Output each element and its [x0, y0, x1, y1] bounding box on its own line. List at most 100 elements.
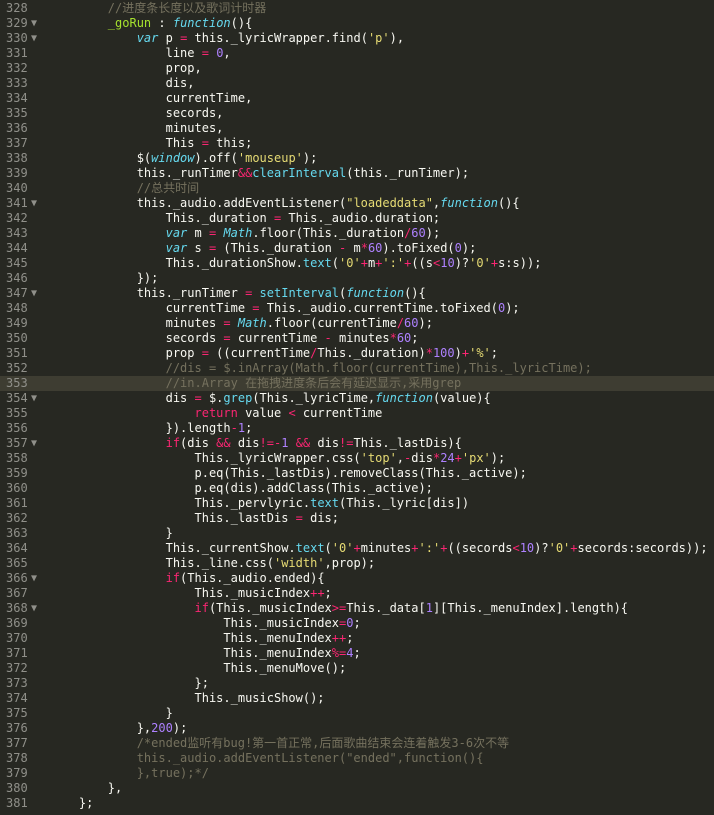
- code-text: if(This._audio.ended){: [165, 571, 325, 585]
- code-line[interactable]: 333 dis,: [0, 76, 714, 91]
- code-line[interactable]: 336 minutes,: [0, 121, 714, 136]
- code-text: dis,: [50, 76, 195, 90]
- code-text: }).length-1;: [50, 421, 253, 435]
- code-line[interactable]: 376 },200);: [0, 721, 714, 736]
- code-line[interactable]: 343 var m = Math.floor(This._duration/60…: [0, 226, 714, 241]
- code-line[interactable]: 353 //in.Array 在拖拽进度条后会有延迟显示,采用grep: [0, 376, 714, 391]
- line-number: 365: [6, 556, 28, 570]
- code-line[interactable]: 334 currentTime,: [0, 91, 714, 106]
- code-line[interactable]: 369 This._musicIndex=0;: [0, 616, 714, 631]
- fold-arrow-icon[interactable]: ▼: [31, 196, 41, 211]
- code-text: };: [50, 796, 94, 810]
- code-text: this._audio.addEventListener("loadeddata…: [50, 196, 520, 210]
- line-number: 357: [6, 436, 28, 450]
- code-text: });: [50, 271, 159, 285]
- line-number: 370: [6, 631, 28, 645]
- code-line[interactable]: 339 this._runTimer&&clearInterval(this._…: [0, 166, 714, 181]
- line-number: 338: [6, 151, 28, 165]
- code-line[interactable]: 370 This._menuIndex++;: [0, 631, 714, 646]
- code-line[interactable]: 340 //总共时间: [0, 181, 714, 196]
- code-line[interactable]: 356 }).length-1;: [0, 421, 714, 436]
- line-number: 380: [6, 781, 28, 795]
- code-line[interactable]: 328 //进度条长度以及歌词计时器: [0, 1, 714, 16]
- code-text: if(This._musicIndex>=This._data[1][This.…: [194, 601, 629, 615]
- code-line[interactable]: 352 //dis = $.inArray(Math.floor(current…: [0, 361, 714, 376]
- code-line[interactable]: 345 This._durationShow.text('0'+m+':'+((…: [0, 256, 714, 271]
- code-line[interactable]: 354 ▼ dis = $.grep(This._lyricTime,functi…: [0, 391, 714, 406]
- fold-arrow-icon[interactable]: ▼: [31, 601, 41, 616]
- code-line[interactable]: 374 This._musicShow();: [0, 691, 714, 706]
- code-text: currentTime,: [50, 91, 253, 105]
- line-number: 331: [6, 46, 28, 60]
- code-line[interactable]: 341 ▼ this._audio.addEventListener("loade…: [0, 196, 714, 211]
- line-number: 366: [6, 571, 28, 585]
- code-line[interactable]: 373 };: [0, 676, 714, 691]
- code-line[interactable]: 350 secords = currentTime - minutes*60;: [0, 331, 714, 346]
- code-line[interactable]: 344 var s = (This._duration - m*60).toFi…: [0, 241, 714, 256]
- code-line[interactable]: 347 ▼ this._runTimer = setInterval(functi…: [0, 286, 714, 301]
- code-text: this._runTimer = setInterval(function(){: [50, 286, 426, 300]
- code-text: secords = currentTime - minutes*60;: [50, 331, 419, 345]
- code-line[interactable]: 331 line = 0,: [0, 46, 714, 61]
- code-line[interactable]: 349 minutes = Math.floor(currentTime/60)…: [0, 316, 714, 331]
- code-text: _goRun : function(){: [107, 16, 253, 30]
- code-text: minutes = Math.floor(currentTime/60);: [50, 316, 433, 330]
- code-line[interactable]: 351 prop = ((currentTime/This._duration)…: [0, 346, 714, 361]
- line-number: 336: [6, 121, 28, 135]
- code-text: var s = (This._duration - m*60).toFixed(…: [165, 241, 477, 255]
- code-text: This._duration = This._audio.duration;: [50, 211, 441, 225]
- code-line[interactable]: 332 prop,: [0, 61, 714, 76]
- line-number: 335: [6, 106, 28, 120]
- code-line[interactable]: 346 });: [0, 271, 714, 286]
- line-number: 350: [6, 331, 28, 345]
- code-line[interactable]: 362 This._lastDis = dis;: [0, 511, 714, 526]
- line-number: 329: [6, 16, 28, 30]
- code-line[interactable]: 359 p.eq(This._lastDis).removeClass(This…: [0, 466, 714, 481]
- code-line[interactable]: 357 ▼ if(dis && dis!=-1 && dis!=This._las…: [0, 436, 714, 451]
- line-number: 351: [6, 346, 28, 360]
- code-line[interactable]: 330 ▼ var p = this._lyricWrapper.find('p'…: [0, 31, 714, 46]
- code-line[interactable]: 377 /*ended监听有bug!第一首正常,后面歌曲结束会连着触发3-6次不…: [0, 736, 714, 751]
- fold-arrow-icon[interactable]: ▼: [31, 391, 41, 406]
- code-line[interactable]: 366 ▼ if(This._audio.ended){: [0, 571, 714, 586]
- code-text: This._lastDis = dis;: [50, 511, 339, 525]
- code-line[interactable]: 375 }: [0, 706, 714, 721]
- code-editor[interactable]: 328 //进度条长度以及歌词计时器 329 ▼ _goRun : function…: [0, 0, 714, 815]
- code-line[interactable]: 363 }: [0, 526, 714, 541]
- code-line[interactable]: 337 This = this;: [0, 136, 714, 151]
- code-line[interactable]: 335 secords,: [0, 106, 714, 121]
- code-line[interactable]: 381 };: [0, 796, 714, 811]
- code-line[interactable]: 361 This._pervlyric.text(This._lyric[dis…: [0, 496, 714, 511]
- line-number: 332: [6, 61, 28, 75]
- code-line[interactable]: 365 This._line.css('width',prop);: [0, 556, 714, 571]
- fold-arrow-icon[interactable]: ▼: [31, 571, 41, 586]
- fold-arrow-icon[interactable]: ▼: [31, 436, 41, 451]
- code-line[interactable]: 378 this._audio.addEventListener("ended"…: [0, 751, 714, 766]
- line-number: 356: [6, 421, 28, 435]
- line-number: 369: [6, 616, 28, 630]
- code-line[interactable]: 342 This._duration = This._audio.duratio…: [0, 211, 714, 226]
- code-line[interactable]: 364 This._currentShow.text('0'+minutes+'…: [0, 541, 714, 556]
- code-text: //进度条长度以及歌词计时器: [107, 1, 267, 15]
- line-number: 367: [6, 586, 28, 600]
- code-line[interactable]: 368 ▼ if(This._musicIndex>=This._data[1][…: [0, 601, 714, 616]
- fold-arrow-icon[interactable]: ▼: [31, 286, 41, 301]
- code-line[interactable]: 372 This._menuMove();: [0, 661, 714, 676]
- code-line[interactable]: 355 return value < currentTime: [0, 406, 714, 421]
- fold-arrow-icon[interactable]: ▼: [31, 16, 41, 31]
- line-number: 339: [6, 166, 28, 180]
- code-line[interactable]: 380 },: [0, 781, 714, 796]
- code-line[interactable]: 338 $(window).off('mouseup');: [0, 151, 714, 166]
- line-number: 371: [6, 646, 28, 660]
- code-line[interactable]: 329 ▼ _goRun : function(){: [0, 16, 714, 31]
- code-line[interactable]: 348 currentTime = This._audio.currentTim…: [0, 301, 714, 316]
- code-text: };: [50, 676, 209, 690]
- line-number: 345: [6, 256, 28, 270]
- line-number: 359: [6, 466, 28, 480]
- code-line[interactable]: 358 This._lyricWrapper.css('top',-dis*24…: [0, 451, 714, 466]
- code-line[interactable]: 367 This._musicIndex++;: [0, 586, 714, 601]
- code-line[interactable]: 371 This._menuIndex%=4;: [0, 646, 714, 661]
- code-line[interactable]: 360 p.eq(dis).addClass(This._active);: [0, 481, 714, 496]
- fold-arrow-icon[interactable]: ▼: [31, 31, 41, 46]
- code-line[interactable]: 379 },true);*/: [0, 766, 714, 781]
